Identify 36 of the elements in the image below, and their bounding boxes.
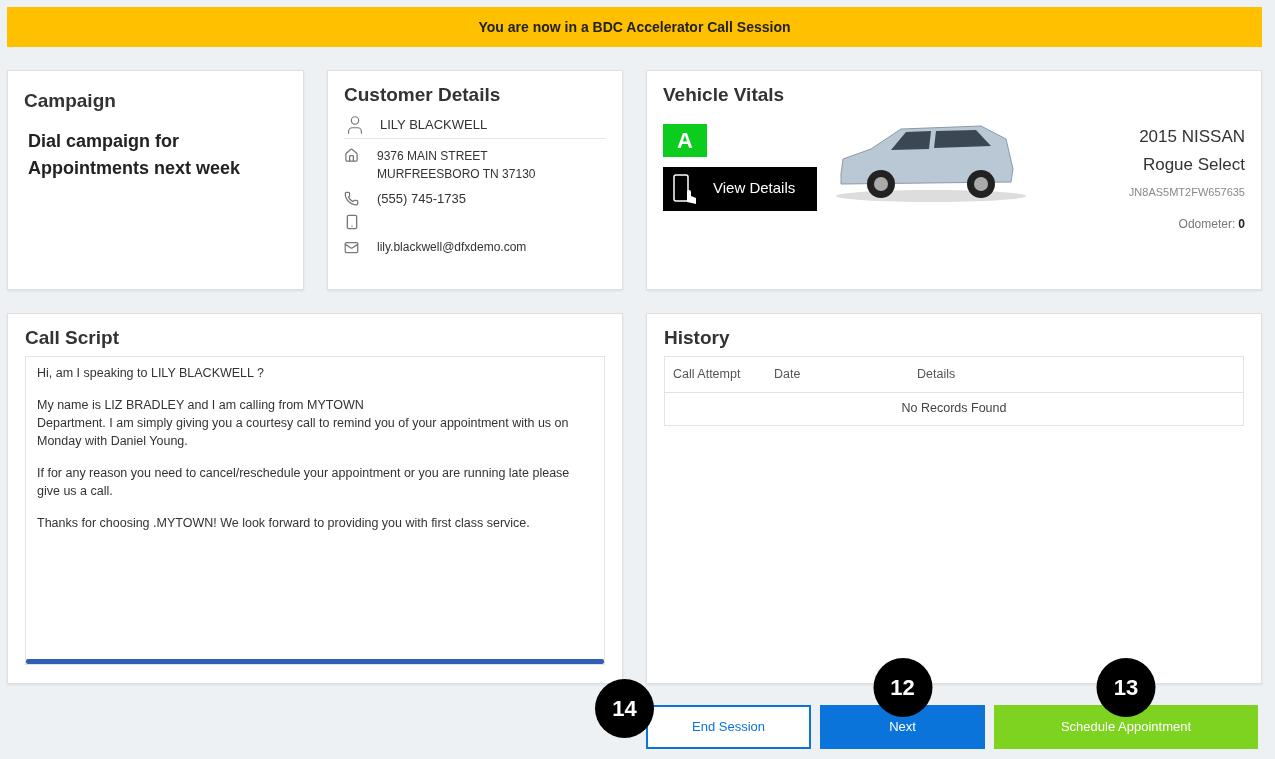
- email-icon: [344, 239, 359, 255]
- empty-message: No Records Found: [900, 400, 1008, 418]
- session-banner: You are now in a BDC Accelerator Call Session: [7, 7, 1262, 47]
- script-text: If for any reason you need to cancel/reschedule your appointment or you are running late please give us a call.: [37, 464, 571, 500]
- vehicle-year-make: 2015 NISSAN: [1139, 125, 1245, 148]
- callout-marker: 14: [595, 679, 654, 738]
- odometer-value: 0: [1238, 216, 1245, 233]
- column-header: Details: [917, 365, 957, 383]
- address-line: 9376 MAIN STREET: [377, 147, 489, 165]
- campaign-name: Dial campaign for Appointments next week: [27, 129, 242, 180]
- phone-icon: [344, 190, 359, 206]
- view-details-button[interactable]: View Details: [663, 166, 817, 211]
- card-title: Vehicle Vitals: [663, 83, 786, 107]
- email-address: lily.blackwell@dfxdemo.com: [377, 239, 527, 256]
- vehicle-model: Rogue Select: [1142, 154, 1245, 176]
- phone-number: (555) 745-1735: [377, 189, 466, 208]
- home-icon: [344, 147, 359, 163]
- action-button[interactable]: Next: [820, 705, 985, 749]
- column-header: Date: [774, 365, 802, 383]
- address-line: MURFREESBORO TN 37130: [377, 165, 536, 183]
- card-title: Call Script: [25, 326, 120, 350]
- vehicle-vin: JN8AS5MT2FW657635: [1128, 184, 1245, 200]
- action-button[interactable]: End Session: [646, 705, 811, 749]
- mobile-icon: [344, 214, 360, 230]
- odometer-label: Odometer:: [1178, 216, 1236, 233]
- card-title: History: [664, 326, 731, 350]
- grade-badge: A: [663, 123, 707, 157]
- column-header: Call Attempt: [672, 365, 742, 383]
- tap-phone-icon: [673, 173, 699, 204]
- card-title: Campaign: [24, 89, 117, 113]
- script-text: Hi, am I speaking to LILY BLACKWELL ?: [37, 364, 265, 382]
- card-title: Customer Details: [344, 83, 502, 107]
- script-text: My name is LIZ BRADLEY and I am calling from MYTOWN: [37, 396, 365, 414]
- customer-name: LILY BLACKWELL: [380, 115, 488, 134]
- script-text: Thanks for choosing .MYTOWN! We look forward to providing you with first class service.: [37, 514, 531, 532]
- script-text: Department. I am simply giving you a courtesy call to remind you of your appointment with us on Monday with Daniel Young.: [37, 414, 570, 450]
